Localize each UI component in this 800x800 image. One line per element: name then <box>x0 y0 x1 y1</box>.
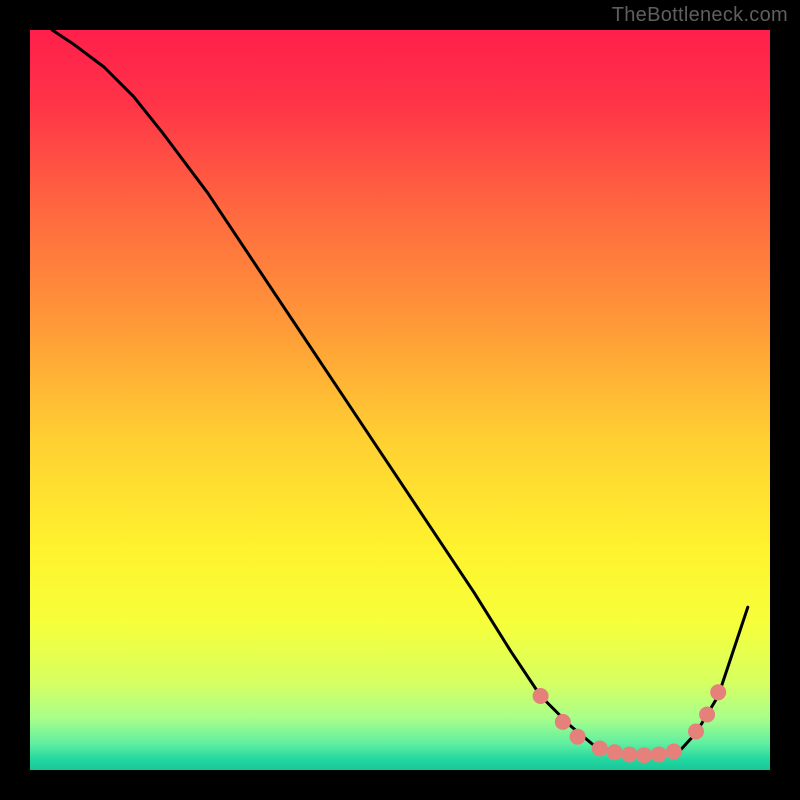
curve-marker <box>570 729 586 745</box>
curve-marker <box>533 688 549 704</box>
curve-marker <box>699 707 715 723</box>
curve-marker <box>710 684 726 700</box>
curve-marker <box>555 714 571 730</box>
plot-area <box>30 30 770 770</box>
curve-marker <box>688 724 704 740</box>
curve-marker <box>666 744 682 760</box>
curve-marker <box>607 744 623 760</box>
chart-stage: TheBottleneck.com <box>0 0 800 800</box>
watermark-text: TheBottleneck.com <box>612 4 788 27</box>
curve-marker <box>592 741 608 757</box>
chart-svg <box>0 0 800 800</box>
curve-marker <box>651 747 667 763</box>
curve-marker <box>621 747 637 763</box>
curve-marker <box>636 747 652 763</box>
